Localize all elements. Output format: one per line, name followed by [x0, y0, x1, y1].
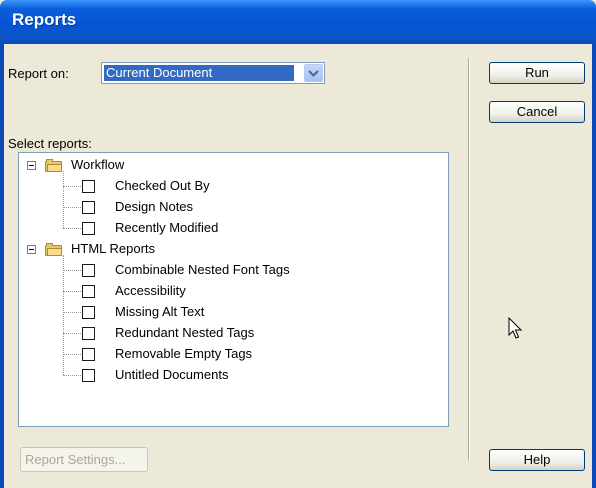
- tree-connector: [63, 333, 81, 335]
- report-checkbox[interactable]: [82, 264, 95, 277]
- folder-icon: [45, 159, 63, 172]
- window-title: Reports: [12, 10, 77, 29]
- tree-connector: [63, 171, 65, 228]
- run-button[interactable]: Run: [489, 62, 585, 84]
- tree-connector: [63, 255, 65, 375]
- tree-group-label[interactable]: HTML Reports: [71, 239, 155, 259]
- folder-icon: [45, 243, 63, 256]
- collapse-toggle-icon[interactable]: [27, 245, 36, 254]
- dropdown-arrow-button[interactable]: [304, 64, 323, 82]
- report-checkbox[interactable]: [82, 327, 95, 340]
- select-reports-label: Select reports:: [8, 136, 92, 151]
- tree-connector: [63, 312, 81, 314]
- report-item-label[interactable]: Combinable Nested Font Tags: [115, 260, 290, 280]
- chevron-down-icon: [308, 70, 319, 77]
- report-item-label[interactable]: Design Notes: [115, 197, 193, 217]
- report-item-label[interactable]: Checked Out By: [115, 176, 210, 196]
- vertical-divider: [468, 58, 469, 460]
- reports-tree[interactable]: Workflow Checked Out By Design Notes Recent…: [18, 152, 449, 427]
- report-item-label[interactable]: Untitled Documents: [115, 365, 228, 385]
- report-checkbox[interactable]: [82, 201, 95, 214]
- report-checkbox[interactable]: [82, 180, 95, 193]
- report-item-label[interactable]: Removable Empty Tags: [115, 344, 252, 364]
- cancel-button[interactable]: Cancel: [489, 101, 585, 123]
- help-button[interactable]: Help: [489, 449, 585, 471]
- report-item-label[interactable]: Redundant Nested Tags: [115, 323, 254, 343]
- window-frame-right: [592, 44, 596, 488]
- report-checkbox[interactable]: [82, 222, 95, 235]
- tree-connector: [63, 375, 81, 377]
- report-item-label[interactable]: Missing Alt Text: [115, 302, 204, 322]
- mouse-pointer-icon: [508, 317, 523, 339]
- tree-connector: [63, 270, 81, 272]
- report-item-label[interactable]: Accessibility: [115, 281, 186, 301]
- report-checkbox[interactable]: [82, 348, 95, 361]
- report-on-selected-value: Current Document: [104, 65, 294, 81]
- tree-group-label[interactable]: Workflow: [71, 155, 124, 175]
- report-on-label: Report on:: [8, 66, 69, 81]
- report-item-label[interactable]: Recently Modified: [115, 218, 218, 238]
- tree-connector: [63, 186, 81, 188]
- report-checkbox[interactable]: [82, 369, 95, 382]
- report-on-dropdown[interactable]: Current Document: [101, 62, 325, 84]
- report-checkbox[interactable]: [82, 306, 95, 319]
- title-bar[interactable]: Reports: [0, 0, 596, 44]
- tree-connector: [63, 228, 81, 230]
- report-settings-button[interactable]: Report Settings...: [20, 447, 148, 472]
- tree-connector: [63, 354, 81, 356]
- collapse-toggle-icon[interactable]: [27, 161, 36, 170]
- tree-connector: [63, 291, 81, 293]
- tree-connector: [63, 207, 81, 209]
- report-checkbox[interactable]: [82, 285, 95, 298]
